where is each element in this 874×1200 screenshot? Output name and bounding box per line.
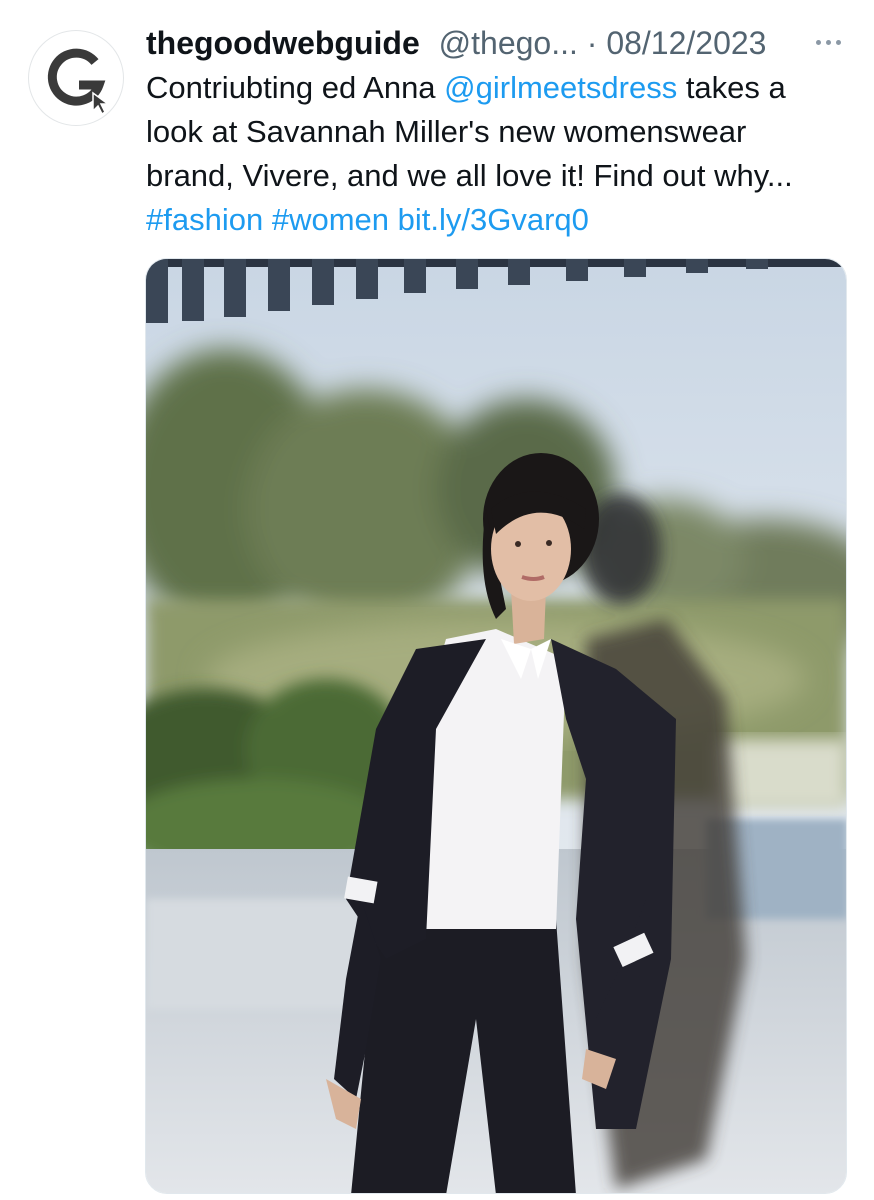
author-handle[interactable]: @thego...	[439, 25, 578, 61]
tweet-text-line-4: #fashion #women bit.ly/3Gvarq0	[146, 198, 856, 242]
mention-link[interactable]: @girlmeetsdress	[444, 70, 677, 105]
header-separator: ·	[586, 25, 598, 61]
tweet-text-segment: takes a	[677, 70, 786, 105]
tweet-text-segment: Contriubting ed Anna	[146, 70, 445, 105]
more-horizontal-icon	[815, 39, 821, 45]
fashion-photo	[146, 259, 846, 1193]
more-options-button[interactable]	[806, 24, 850, 60]
author-display-name[interactable]: thegoodwebguide	[146, 25, 420, 61]
hashtag-women-link[interactable]: #women	[272, 202, 389, 237]
url-link[interactable]: bit.ly/3Gvarq0	[398, 202, 589, 237]
tweet-text-line-2: look at Savannah Miller's new womenswear	[146, 114, 747, 149]
tweet-text-line-1: Contriubting ed Anna @girlmeetsdress tak…	[146, 66, 856, 110]
tweet-header: thegoodwebguide @thego... · 08/12/2023	[146, 22, 856, 64]
hashtag-fashion-link[interactable]: #fashion	[146, 202, 263, 237]
tweet-date[interactable]: 08/12/2023	[606, 25, 766, 61]
good-web-guide-logo-icon	[47, 48, 111, 116]
tweet-media-photo[interactable]	[145, 258, 847, 1194]
tweet-text-line-3: brand, Vivere, and we all love it! Find …	[146, 158, 793, 193]
avatar[interactable]	[28, 30, 124, 126]
tweet-text: Contriubting ed Anna @girlmeetsdress tak…	[146, 66, 856, 242]
